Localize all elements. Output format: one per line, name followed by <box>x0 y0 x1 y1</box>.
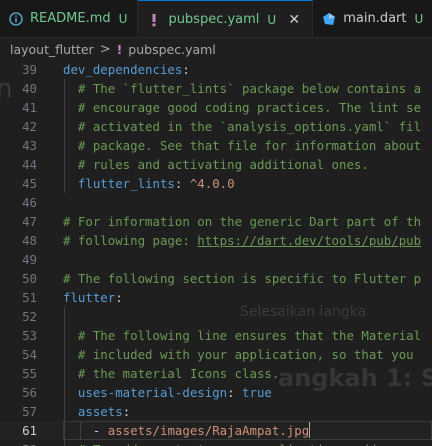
untracked-badge: U <box>414 11 424 26</box>
code-line[interactable]: 47 # For information on the generic Dart … <box>0 212 432 231</box>
token: # rules and activating additional ones. <box>63 157 369 172</box>
line-number: 48 <box>22 233 37 248</box>
token: : <box>227 385 243 400</box>
token: # included with your application, so tha… <box>63 347 414 362</box>
line-number: 57 <box>22 404 37 419</box>
line-number: 45 <box>22 176 37 191</box>
breadcrumb: layout_flutter > ! pubspec.yaml <box>0 38 432 60</box>
code-text: # following page: https://dart.dev/tools… <box>63 231 421 250</box>
line-number: 51 <box>22 290 37 305</box>
token: # The `flutter_lints` package below cont… <box>63 81 422 96</box>
line-number: 50 <box>22 271 37 286</box>
token: flutter_lints <box>63 176 175 191</box>
info-icon <box>8 11 24 27</box>
token: # package. See that file for information… <box>63 138 422 153</box>
indent-guide <box>64 79 65 193</box>
code-text: assets: <box>63 402 130 421</box>
close-icon[interactable]: ✕ <box>286 12 302 28</box>
code-text: # activated in the `analysis_options.yam… <box>63 117 421 136</box>
tab-main-dart[interactable]: main.dart U <box>313 0 432 37</box>
editor-tab-bar: README.md U pubspec.yaml U ✕ main.dart U <box>0 0 432 38</box>
line-number: 47 <box>22 214 37 229</box>
token: true <box>242 385 272 400</box>
line-number: 54 <box>22 347 37 362</box>
line-number: 42 <box>22 119 37 134</box>
line-number: 43 <box>22 138 37 153</box>
token: # The following section is specific to F… <box>63 271 422 286</box>
code-text: # The following section is specific to F… <box>63 269 421 288</box>
code-line[interactable]: 50 # The following section is specific to… <box>0 269 432 288</box>
tab-label: README.md <box>30 11 111 26</box>
code-text: # rules and activating additional ones. <box>63 155 369 174</box>
exclamation-icon <box>146 12 162 28</box>
code-text: dev_dependencies: <box>63 60 190 79</box>
code-line[interactable]: 48 # following page: https://dart.dev/too… <box>0 231 432 250</box>
line-number: 41 <box>22 100 37 115</box>
code-text: uses-material-design: true <box>63 383 272 402</box>
line-number: 44 <box>22 157 37 172</box>
line-number: 58 <box>0 440 37 446</box>
token: assets <box>63 404 123 419</box>
dart-icon <box>321 11 337 27</box>
code-text: flutter: <box>63 288 123 307</box>
code-line[interactable]: 46 <box>0 193 432 212</box>
line-number: 40 <box>22 81 37 96</box>
token: # encourage good coding practices. The l… <box>63 100 422 115</box>
text-cursor <box>309 422 311 438</box>
code-text: # encourage good coding practices. The l… <box>63 98 421 117</box>
code-text: # included with your application, so tha… <box>63 345 414 364</box>
line-number: 46 <box>22 195 37 210</box>
token: # the material Icons class. <box>63 366 280 381</box>
untracked-badge: U <box>267 12 277 27</box>
code-text: flutter_lints: ^4.0.0 <box>63 174 235 193</box>
token: uses-material-design <box>63 385 228 400</box>
tab-pubspec[interactable]: pubspec.yaml U ✕ <box>138 0 314 37</box>
token: : <box>115 290 123 305</box>
tab-label: main.dart <box>343 11 407 26</box>
code-text: # The following line ensures that the Ma… <box>63 326 421 345</box>
line-number: 39 <box>22 62 37 77</box>
token: dev_dependencies <box>63 62 183 77</box>
token: : <box>122 404 131 419</box>
indent-guide <box>80 421 81 440</box>
token: assets/images/RajaAmpat.jpg <box>107 423 310 438</box>
token: ^4.0.0 <box>189 176 235 191</box>
chevron-right-icon: > <box>99 41 111 57</box>
indent-guide <box>64 307 65 446</box>
code-editor[interactable]: n Selesaikan langka angkah 1: S 39 dev_de… <box>0 60 432 446</box>
code-text: # For information on the generic Dart pa… <box>63 212 421 231</box>
token: https://dart.dev/tools/pub/pub <box>197 233 422 248</box>
code-line[interactable]: 51 flutter: <box>0 288 432 307</box>
line-number: 53 <box>22 328 37 343</box>
code-line[interactable]: 39 dev_dependencies: <box>0 60 432 79</box>
line-number: 56 <box>22 385 37 400</box>
token: # The following line ensures that the Ma… <box>63 328 422 343</box>
token: # following page: <box>63 233 198 248</box>
token: # For information on the generic Dart pa… <box>63 214 422 229</box>
untracked-badge: U <box>118 11 128 26</box>
line-number: 61 <box>22 423 37 438</box>
code-text: # The `flutter_lints` package below cont… <box>63 79 421 98</box>
code-text: # To add assets to your application, add… <box>63 440 399 446</box>
token: # To add assets to your application, add… <box>63 442 399 446</box>
tab-label: pubspec.yaml <box>168 12 260 27</box>
token: - <box>63 423 108 438</box>
line-number: 52 <box>22 309 37 324</box>
token: : <box>174 176 190 191</box>
breadcrumb-folder[interactable]: layout_flutter <box>10 42 94 57</box>
yaml-file-icon: ! <box>116 41 123 57</box>
token: # activated in the `analysis_options.yam… <box>63 119 422 134</box>
line-number: 49 <box>22 252 37 267</box>
code-text: # package. See that file for information… <box>63 136 421 155</box>
tab-readme[interactable]: README.md U <box>0 0 139 37</box>
breadcrumb-file[interactable]: pubspec.yaml <box>128 42 215 57</box>
token: flutter <box>63 290 116 305</box>
code-text: - assets/images/RajaAmpat.jpg <box>63 421 311 440</box>
line-number: 55 <box>22 366 37 381</box>
code-text: # the material Icons class. <box>63 364 279 383</box>
token: : <box>182 62 190 77</box>
code-line[interactable]: 49 <box>0 250 432 269</box>
